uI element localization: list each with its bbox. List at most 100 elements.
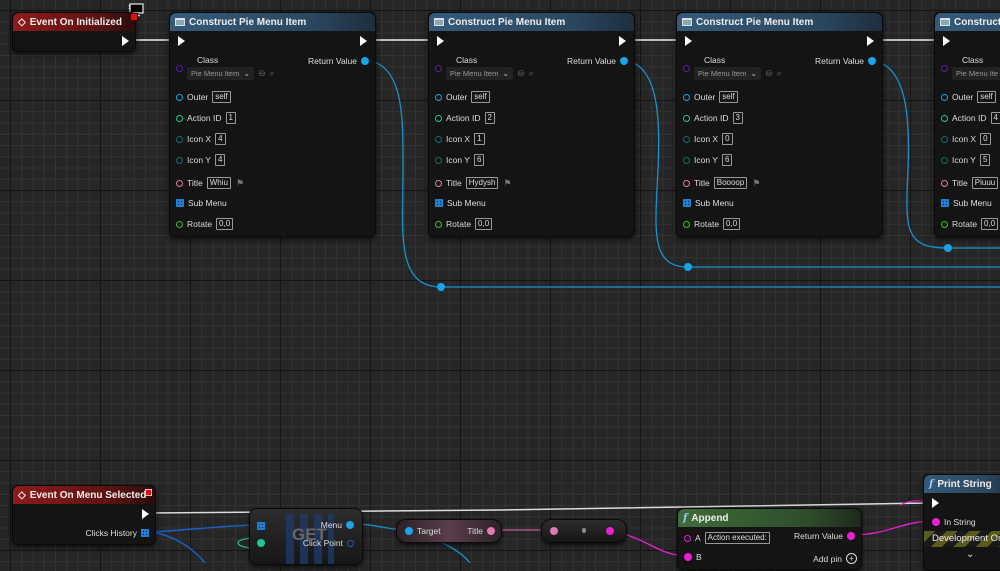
title-pin[interactable] <box>941 180 948 187</box>
title-pin[interactable] <box>435 180 442 187</box>
a-in-pin[interactable] <box>684 535 691 542</box>
outer-value-field[interactable]: self <box>471 91 489 103</box>
append-node[interactable]: f Append A Action executed: B Return Val… <box>677 508 862 570</box>
icon-y-pin[interactable] <box>176 157 183 164</box>
class-dropdown[interactable]: Pie Menu Item ⌄ <box>694 67 761 80</box>
print-string-node[interactable]: f Print String In String Development Onl… <box>923 474 1000 571</box>
outer-value-field[interactable]: self <box>719 91 737 103</box>
array-in-pin[interactable] <box>257 522 265 530</box>
browse-search-icon[interactable]: ⌕ <box>270 68 275 79</box>
action-id-field[interactable]: 1 <box>226 112 236 124</box>
menu-out-pin[interactable] <box>346 521 354 529</box>
action-id-field[interactable]: 3 <box>733 112 743 124</box>
sub-menu-pin[interactable] <box>941 199 949 207</box>
action-id-pin[interactable] <box>435 115 442 122</box>
get-title-node[interactable]: Target Title <box>396 519 502 543</box>
delegate-pin[interactable] <box>145 489 152 496</box>
icon-x-pin[interactable] <box>941 136 948 143</box>
class-pin[interactable] <box>683 65 690 72</box>
node-header[interactable]: Construct Pie Menu Item <box>935 13 1000 31</box>
outer-pin[interactable] <box>683 94 690 101</box>
icon-x-pin[interactable] <box>176 136 183 143</box>
string-out-pin[interactable] <box>606 527 614 535</box>
class-dropdown[interactable]: Pie Menu Item ⌄ <box>187 67 254 80</box>
rotate-field[interactable]: 0,0 <box>475 218 492 230</box>
action-id-field[interactable]: 4 <box>991 112 1000 124</box>
use-selected-icon[interactable]: ⊖ <box>258 68 266 79</box>
rotate-field[interactable]: 0,0 <box>723 218 740 230</box>
in-string-pin[interactable] <box>932 518 940 526</box>
icon-x-pin[interactable] <box>435 136 442 143</box>
delegate-pin[interactable] <box>130 13 138 21</box>
text-to-string-node[interactable] <box>541 519 627 543</box>
array-pin-icon[interactable] <box>141 529 149 537</box>
rotate-pin[interactable] <box>435 221 442 228</box>
icon-x-field[interactable]: 4 <box>215 133 225 145</box>
icon-y-pin[interactable] <box>435 157 442 164</box>
icon-x-field[interactable]: 0 <box>980 133 990 145</box>
exec-out-pin[interactable] <box>122 36 129 46</box>
return-value-pin[interactable] <box>361 57 369 65</box>
sub-menu-pin[interactable] <box>176 199 184 207</box>
rotate-pin[interactable] <box>683 221 690 228</box>
title-field[interactable]: Whiu <box>207 177 231 189</box>
return-value-pin[interactable] <box>620 57 628 65</box>
exec-out-pin[interactable] <box>360 36 367 46</box>
click-point-out-pin[interactable] <box>347 540 354 547</box>
browse-search-icon[interactable]: ⌕ <box>777 68 782 79</box>
a-value-field[interactable]: Action executed: <box>705 532 770 544</box>
icon-y-field[interactable]: 4 <box>215 154 225 166</box>
class-pin[interactable] <box>941 65 948 72</box>
exec-out-pin[interactable] <box>619 36 626 46</box>
node-header[interactable]: Construct Pie Menu Item <box>429 13 634 31</box>
outer-pin[interactable] <box>435 94 442 101</box>
node-header[interactable]: Construct Pie Menu Item <box>677 13 882 31</box>
localization-flag-icon[interactable]: ⚑ <box>752 178 760 189</box>
node-header[interactable]: ◇ Event On Menu Selected <box>13 486 155 504</box>
node-header[interactable]: f Print String <box>924 475 1000 493</box>
icon-x-field[interactable]: 1 <box>474 133 484 145</box>
class-pin[interactable] <box>176 65 183 72</box>
construct-pie-menu-item-node[interactable]: Construct Pie Menu Item Class Pie Menu I… <box>169 12 376 237</box>
action-id-pin[interactable] <box>941 115 948 122</box>
exec-in-pin[interactable] <box>437 36 444 46</box>
expand-chevron-icon[interactable]: ⌄ <box>966 549 974 560</box>
localization-flag-icon[interactable]: ⚑ <box>236 178 244 189</box>
title-pin[interactable] <box>683 180 690 187</box>
class-pin[interactable] <box>435 65 442 72</box>
rotate-pin[interactable] <box>941 221 948 228</box>
event-on-initialized-node[interactable]: ◇ Event On Initialized <box>12 12 136 52</box>
node-header[interactable]: Construct Pie Menu Item <box>170 13 375 31</box>
get-array-node[interactable]: GET Menu Click Point <box>249 508 363 565</box>
exec-in-pin[interactable] <box>932 498 939 508</box>
return-value-pin[interactable] <box>847 532 855 540</box>
icon-x-pin[interactable] <box>683 136 690 143</box>
construct-pie-menu-item-node[interactable]: Construct Pie Menu Item Class Pie Menu I… <box>676 12 883 237</box>
icon-y-field[interactable]: 6 <box>474 154 484 166</box>
use-selected-icon[interactable]: ⊖ <box>765 68 773 79</box>
exec-out-pin[interactable] <box>867 36 874 46</box>
action-id-pin[interactable] <box>683 115 690 122</box>
exec-in-pin[interactable] <box>685 36 692 46</box>
icon-y-pin[interactable] <box>941 157 948 164</box>
target-in-pin[interactable] <box>405 527 413 535</box>
rotate-pin[interactable] <box>176 221 183 228</box>
icon-x-field[interactable]: 0 <box>722 133 732 145</box>
outer-pin[interactable] <box>941 94 948 101</box>
action-id-pin[interactable] <box>176 115 183 122</box>
construct-pie-menu-item-node[interactable]: Construct Pie Menu Item Class Pie Menu I… <box>934 12 1000 237</box>
title-field[interactable]: Hydysh <box>466 177 499 189</box>
action-id-field[interactable]: 2 <box>485 112 495 124</box>
exec-in-pin[interactable] <box>943 36 950 46</box>
sub-menu-pin[interactable] <box>435 199 443 207</box>
icon-y-pin[interactable] <box>683 157 690 164</box>
icon-y-field[interactable]: 6 <box>722 154 732 166</box>
return-value-pin[interactable] <box>868 57 876 65</box>
sub-menu-pin[interactable] <box>683 199 691 207</box>
exec-out-pin[interactable] <box>142 509 149 519</box>
title-field[interactable]: Piuuu <box>972 177 998 189</box>
browse-search-icon[interactable]: ⌕ <box>529 68 534 79</box>
localization-flag-icon[interactable]: ⚑ <box>503 178 511 189</box>
outer-value-field[interactable]: self <box>977 91 995 103</box>
index-in-pin[interactable] <box>257 539 265 547</box>
